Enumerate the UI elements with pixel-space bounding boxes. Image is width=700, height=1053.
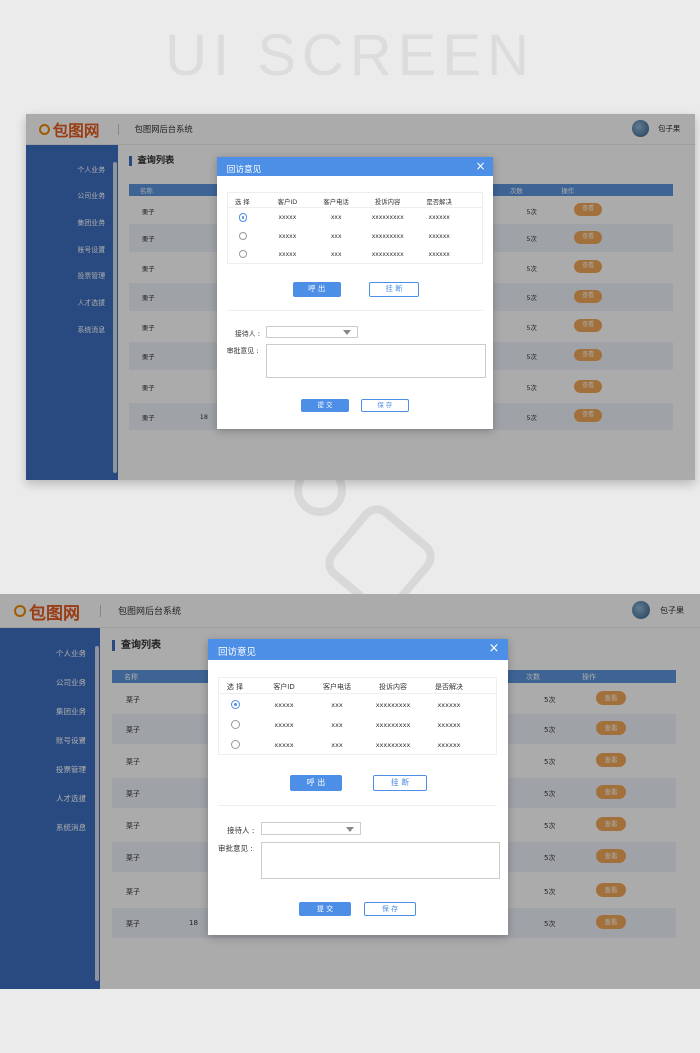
select-radio[interactable] [231, 720, 240, 729]
cell-customer-phone: xxx [330, 232, 342, 240]
customer-col-phone: 客户电话 [323, 197, 349, 206]
cell-customer-phone: xxx [331, 721, 343, 729]
customer-col-complaint: 投诉内容 [379, 683, 407, 691]
select-radio[interactable] [238, 250, 247, 259]
modal-title: 回访意见 [226, 164, 262, 175]
cell-customer-phone: xxx [331, 701, 343, 709]
opinion-textarea[interactable] [266, 343, 487, 378]
customer-col-select: 选 择 [226, 683, 244, 691]
modal-divider [218, 805, 497, 806]
modal-header: 回访意见 × [217, 157, 494, 177]
close-icon[interactable]: × [473, 159, 488, 174]
customer-col-select: 选 择 [234, 197, 250, 206]
cell-complaint: xxxxxxxxx [371, 251, 404, 259]
select-radio[interactable] [231, 740, 240, 749]
hero-title: UI SCREEN [165, 23, 535, 88]
cell-complaint: xxxxxxxxx [375, 701, 411, 709]
save-button[interactable]: 保 存 [360, 399, 409, 413]
receiver-select[interactable] [266, 325, 359, 338]
customer-table-header: 选 择 客户ID 客户电话 投诉内容 是否解决 [219, 678, 496, 694]
cell-resolved: xxxxxx [437, 741, 461, 749]
opinion-label: 审批意见 : [226, 346, 259, 355]
select-radio[interactable] [238, 213, 247, 222]
screen-top: 包图网 包图网后台系统 包子果 个人业务 › 公司业务 › 集团业务 › 账号设置 › 投票管理 › 人才… [26, 114, 695, 480]
cell-resolved: xxxxxx [428, 214, 450, 222]
cell-customer-id: xxxxx [278, 251, 297, 259]
cell-customer-id: xxxxx [274, 721, 294, 729]
close-icon[interactable]: × [486, 641, 502, 657]
cell-complaint: xxxxxxxxx [371, 214, 404, 222]
opinion-textarea[interactable] [261, 842, 500, 879]
customer-table: 选 择客户ID 客户电话 投诉内容 是否解决 xxxxx xxx xxxxxxxxx xxxx… [226, 192, 484, 264]
hangup-button[interactable]: 挂 断 [373, 775, 427, 791]
screen-bottom: 包图网 包图网后台系统 包子果 个人业务 › 公司业务 › 集团业务 › 账号设置 › 投票管理 › 人才… [0, 594, 700, 989]
cell-customer-phone: xxx [331, 741, 343, 749]
cell-resolved: xxxxxx [437, 721, 461, 729]
select-radio[interactable] [231, 700, 240, 709]
cell-customer-id: xxxxx [278, 214, 297, 222]
modal-divider [226, 309, 484, 311]
cell-complaint: xxxxxxxxx [375, 721, 411, 729]
customer-col-id: 客户ID [273, 683, 295, 691]
receiver-select[interactable] [261, 822, 361, 835]
cell-customer-id: xxxxx [274, 741, 294, 749]
cell-resolved: xxxxxx [437, 701, 461, 709]
submit-button[interactable]: 提 交 [301, 399, 349, 413]
feedback-modal: 回访意见 × 选 择客户ID 客户电话 投诉内容 是否解决 xxxxx xxx xxxxxxxx… [208, 639, 508, 935]
receiver-label: 接待人 : [227, 826, 255, 835]
save-button[interactable]: 保 存 [364, 902, 416, 916]
customer-col-phone: 客户电话 [323, 683, 351, 691]
cell-customer-id: xxxxx [274, 701, 294, 709]
customer-col-complaint: 投诉内容 [374, 197, 401, 206]
customer-table: 选 择客户ID 客户电话 投诉内容 是否解决 xxxxx xxx xxxxxxxxx xxxx… [218, 677, 497, 755]
call-button[interactable]: 呼 出 [292, 282, 341, 297]
select-radio[interactable] [238, 231, 247, 241]
call-button[interactable]: 呼 出 [290, 775, 342, 791]
cell-resolved: xxxxxx [428, 232, 450, 240]
hangup-button[interactable]: 挂 断 [369, 282, 419, 297]
submit-button[interactable]: 提 交 [299, 902, 351, 916]
cell-customer-id: xxxxx [278, 232, 297, 240]
customer-col-id: 客户ID [277, 197, 298, 206]
cell-complaint: xxxxxxxxx [371, 232, 404, 240]
customer-col-resolved: 是否解决 [435, 683, 463, 691]
customer-table-header: 选 择 客户ID 客户电话 投诉内容 是否解决 [227, 193, 483, 208]
cell-customer-phone: xxx [330, 214, 342, 222]
cell-customer-phone: xxx [330, 251, 342, 259]
cell-complaint: xxxxxxxxx [375, 741, 411, 749]
modal-title: 回访意见 [218, 647, 257, 658]
customer-col-resolved: 是否解决 [426, 197, 452, 206]
receiver-label: 接待人 : [234, 330, 261, 339]
opinion-label: 审批意见 : [218, 844, 253, 853]
cell-resolved: xxxxxx [428, 251, 450, 259]
feedback-modal: 回访意见 × 选 择客户ID 客户电话 投诉内容 是否解决 xxxxx xxx xxxxxxxx… [217, 157, 494, 430]
modal-header: 回访意见 × [208, 639, 508, 660]
